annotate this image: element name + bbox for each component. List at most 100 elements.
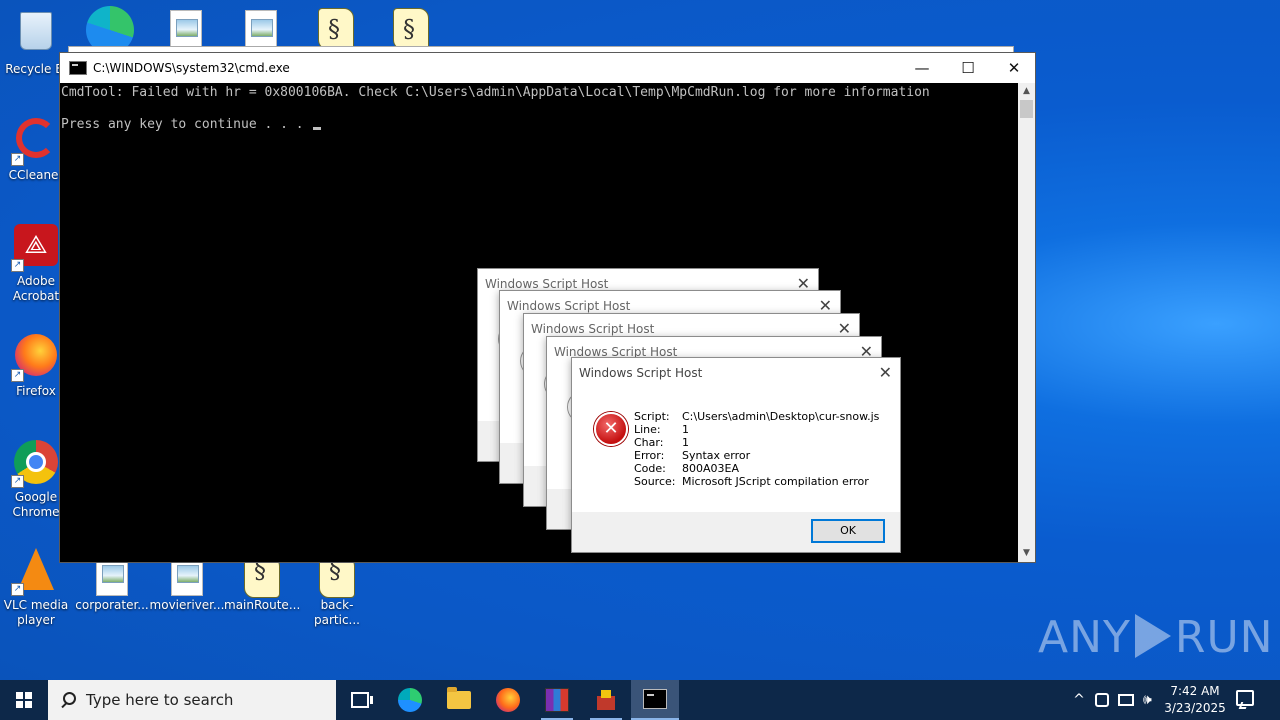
- shortcut-arrow-icon: ↗: [11, 153, 24, 166]
- search-icon: [60, 692, 76, 708]
- dialog-title: Windows Script Host: [507, 299, 631, 313]
- desktop-file-icon[interactable]: [393, 8, 429, 50]
- desktop-icon-back-partic[interactable]: back-partic...: [299, 556, 375, 628]
- clock-time: 7:42 AM: [1170, 684, 1220, 698]
- desktop-icon-movieriver[interactable]: movieriver...: [149, 556, 225, 613]
- app-icon: [595, 690, 617, 710]
- maximize-icon: ☐: [961, 59, 975, 77]
- shortcut-arrow-icon: ↗: [11, 259, 24, 272]
- dialog-titlebar[interactable]: Windows Script Host ✕: [572, 358, 900, 390]
- shortcut-arrow-icon: ↗: [11, 583, 24, 596]
- vlc-icon: ↗: [11, 548, 59, 596]
- taskbar-search[interactable]: Type here to search: [48, 680, 336, 720]
- field-label: Script:: [634, 410, 670, 423]
- anyrun-watermark: ANY RUN: [1038, 612, 1274, 663]
- taskbar-app[interactable]: [582, 680, 630, 720]
- taskbar-clock[interactable]: 7:42 AM 3/23/2025: [1160, 683, 1230, 717]
- ccleaner-icon: ↗: [11, 118, 59, 166]
- task-view-icon: [351, 692, 373, 708]
- error-icon: ✕: [594, 412, 628, 446]
- search-placeholder: Type here to search: [86, 691, 234, 709]
- desktop-icon-mainroute[interactable]: mainRoute...: [224, 556, 300, 613]
- taskbar: Type here to search ^ 🕪 7:42 AM 3/23/202…: [0, 680, 1280, 720]
- close-icon[interactable]: ✕: [879, 363, 892, 382]
- dialog-body: ✕ Script: C:\Users\admin\Desktop\cur-snow…: [572, 390, 900, 512]
- desktop-file-icon[interactable]: [170, 10, 202, 50]
- cmd-window-title: C:\WINDOWS\system32\cmd.exe: [93, 61, 290, 75]
- scroll-up-icon[interactable]: ▲: [1018, 83, 1035, 100]
- field-label: Char:: [634, 436, 664, 449]
- field-label: Code:: [634, 462, 666, 475]
- volume-icon[interactable]: 🕪: [1143, 692, 1152, 708]
- taskbar-winrar[interactable]: [533, 680, 581, 720]
- vertical-scrollbar[interactable]: ▲ ▼: [1018, 83, 1035, 562]
- close-icon: ✕: [1007, 59, 1021, 77]
- field-label: Error:: [634, 449, 665, 462]
- acrobat-icon: ⟁ ↗: [11, 224, 59, 272]
- minimize-button[interactable]: —: [899, 53, 945, 83]
- cmd-icon: [643, 689, 667, 709]
- console-line: Press any key to continue . . .: [61, 117, 312, 132]
- play-logo-icon: [1134, 614, 1171, 658]
- notification-center-icon[interactable]: [1236, 690, 1254, 706]
- source-value: Microsoft JScript compilation error: [682, 475, 869, 488]
- dialog-title: Windows Script Host: [485, 277, 609, 291]
- desktop-file-icon[interactable]: [245, 10, 277, 50]
- desktop-icon-label: VLC media player: [3, 598, 69, 627]
- error-value: Syntax error: [682, 449, 751, 462]
- desktop-icon-label: back-partic...: [314, 598, 360, 627]
- field-label: Line:: [634, 423, 661, 436]
- code-value: 800A03EA: [682, 462, 739, 475]
- line-value: 1: [682, 423, 689, 436]
- dialog-footer: OK: [572, 512, 900, 552]
- recycle-bin-icon: [13, 12, 59, 58]
- script-path-value: C:\Users\admin\Desktop\cur-snow.js: [682, 410, 880, 423]
- scroll-down-icon[interactable]: ▼: [1018, 545, 1035, 562]
- desktop-icon-label: corporater...: [75, 598, 149, 612]
- image-file-icon: [245, 10, 277, 50]
- firefox-icon: [496, 688, 520, 712]
- desktop-icon-corporater[interactable]: corporater...: [74, 556, 150, 613]
- error-details: Script: C:\Users\admin\Desktop\cur-snow.j…: [634, 410, 879, 488]
- scroll-thumb[interactable]: [1020, 100, 1033, 118]
- system-tray: ^ 🕪: [1071, 680, 1152, 720]
- winrar-icon: [545, 688, 569, 712]
- close-button[interactable]: ✕: [991, 53, 1037, 83]
- image-file-icon: [170, 10, 202, 50]
- dialog-title: Windows Script Host: [531, 322, 655, 336]
- firefox-icon: ↗: [11, 334, 59, 382]
- folder-icon: [447, 687, 471, 709]
- chrome-icon: ↗: [11, 440, 59, 488]
- meet-now-icon[interactable]: [1095, 693, 1109, 707]
- minimize-icon: —: [914, 59, 930, 77]
- desktop-icon-label: movieriver...: [149, 598, 225, 612]
- show-hidden-icons-chevron-icon[interactable]: ^: [1071, 692, 1087, 708]
- text-cursor: [313, 127, 322, 130]
- cmd-titlebar[interactable]: C:\WINDOWS\system32\cmd.exe — ☐ ✕: [60, 53, 1035, 83]
- start-button[interactable]: [0, 680, 48, 720]
- taskbar-edge[interactable]: [386, 680, 434, 720]
- desktop-file-icon[interactable]: [318, 8, 354, 50]
- ok-button[interactable]: OK: [811, 519, 885, 543]
- taskbar-cmd[interactable]: [631, 680, 679, 720]
- taskbar-file-explorer[interactable]: [435, 680, 483, 720]
- shortcut-arrow-icon: ↗: [11, 369, 24, 382]
- script-file-icon: [318, 8, 354, 50]
- clock-date: 3/23/2025: [1164, 701, 1226, 715]
- watermark-text: ANY: [1038, 612, 1131, 663]
- task-view-button[interactable]: [336, 680, 384, 720]
- cmd-app-icon: [69, 61, 87, 75]
- maximize-button[interactable]: ☐: [945, 53, 991, 83]
- watermark-text: RUN: [1174, 612, 1274, 663]
- shortcut-arrow-icon: ↗: [11, 475, 24, 488]
- field-label: Source:: [634, 475, 676, 488]
- windows-logo-icon: [16, 692, 32, 708]
- console-line: CmdTool: Failed with hr = 0x800106BA. Ch…: [61, 85, 930, 100]
- script-file-icon: [393, 8, 429, 50]
- wsh-error-dialog[interactable]: Windows Script Host ✕ ✕ Script: C:\Users\…: [571, 357, 901, 553]
- dialog-title: Windows Script Host: [579, 366, 703, 380]
- network-icon[interactable]: [1118, 694, 1134, 706]
- taskbar-firefox[interactable]: [484, 680, 532, 720]
- desktop-icon-label: mainRoute...: [224, 598, 301, 612]
- char-value: 1: [682, 436, 689, 449]
